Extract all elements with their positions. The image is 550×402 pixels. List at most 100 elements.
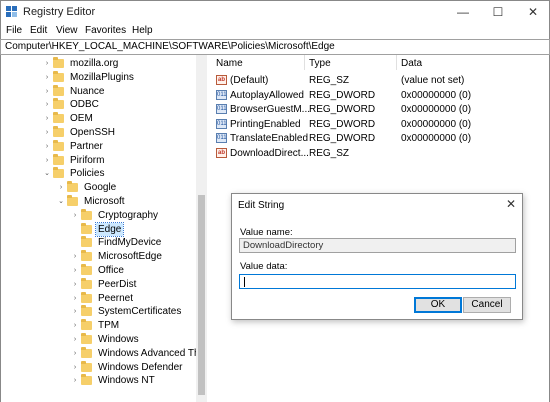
title-bar: Registry Editor — ☐ ✕ <box>0 0 550 22</box>
folder-icon <box>53 112 64 124</box>
tree-node-label: MozillaPlugins <box>70 71 134 83</box>
value-name-label: Value name: <box>240 227 293 238</box>
close-button[interactable]: ✕ <box>516 1 550 23</box>
value-row[interactable]: 011 AutoplayAllowed REG_DWORD 0x00000000 (0… <box>208 89 550 102</box>
menu-edit[interactable]: Edit <box>30 25 47 36</box>
string-value-icon: ab <box>216 75 227 85</box>
chevron-down-icon[interactable]: ⌄ <box>43 167 51 180</box>
value-row[interactable]: 011 BrowserGuestM... REG_DWORD 0x00000000 (… <box>208 103 550 116</box>
folder-icon <box>81 277 92 289</box>
chevron-right-icon[interactable]: › <box>43 112 51 125</box>
value-row[interactable]: 011 TranslateEnabled REG_DWORD 0x00000000 (… <box>208 132 550 145</box>
value-type: REG_DWORD <box>309 118 376 130</box>
tree-node-label: mozilla.org <box>70 58 119 69</box>
menu-bar: File Edit View Favorites Help <box>0 22 550 39</box>
ok-button[interactable]: OK <box>414 297 462 313</box>
tree-node-label: TPM <box>98 320 120 332</box>
window-title: Registry Editor <box>23 6 96 18</box>
chevron-right-icon[interactable]: › <box>43 126 51 139</box>
cancel-button[interactable]: Cancel <box>463 297 511 313</box>
chevron-right-icon[interactable]: › <box>71 250 79 263</box>
column-data[interactable]: Data <box>401 58 422 69</box>
value-data: 0x00000000 (0) <box>401 89 472 101</box>
registry-editor-icon <box>6 6 18 18</box>
value-name-field: DownloadDirectory <box>239 238 516 253</box>
tree-node-label: Cryptography <box>98 209 159 221</box>
chevron-right-icon[interactable]: › <box>71 305 79 318</box>
folder-icon <box>67 195 78 206</box>
menu-file[interactable]: File <box>6 25 22 36</box>
folder-icon <box>81 236 92 248</box>
chevron-right-icon[interactable]: › <box>71 264 79 277</box>
chevron-right-icon[interactable]: › <box>71 361 79 374</box>
chevron-right-icon[interactable]: › <box>71 333 79 346</box>
chevron-right-icon[interactable]: › <box>43 154 51 167</box>
folder-icon <box>53 98 64 110</box>
folder-icon <box>53 167 64 179</box>
chevron-down-icon[interactable]: ⌄ <box>57 195 65 208</box>
chevron-right-icon[interactable]: › <box>71 292 79 305</box>
chevron-right-icon[interactable]: › <box>57 181 65 194</box>
tree-node-label: Windows NT <box>98 375 155 387</box>
column-type[interactable]: Type <box>309 58 331 69</box>
value-row[interactable]: 011 PrintingEnabled REG_DWORD 0x00000000 (0… <box>208 118 550 131</box>
value-name: TranslateEnabled <box>230 133 309 145</box>
column-separator[interactable] <box>304 55 305 70</box>
folder-icon <box>53 57 64 68</box>
column-name[interactable]: Name <box>216 58 243 69</box>
tree-node-label: Edge <box>94 221 125 237</box>
folder-icon <box>81 360 92 372</box>
folder-icon <box>53 139 64 151</box>
value-data: 0x00000000 (0) <box>401 118 472 130</box>
tree-node-label: Policies <box>70 168 105 180</box>
menu-view[interactable]: View <box>56 25 78 36</box>
value-row[interactable]: ab (Default) REG_SZ (value not set) <box>208 74 550 87</box>
tree-node-label: Windows <box>98 334 139 345</box>
value-data-input[interactable] <box>239 274 516 289</box>
tree-node-label: Partner <box>70 140 103 152</box>
folder-icon <box>81 319 92 331</box>
tree-node-label: OEM <box>70 113 93 125</box>
chevron-right-icon[interactable]: › <box>43 85 51 98</box>
folder-icon <box>81 208 92 220</box>
folder-icon <box>81 222 92 234</box>
chevron-right-icon[interactable]: › <box>71 209 79 222</box>
column-separator[interactable] <box>396 55 397 70</box>
chevron-right-icon[interactable]: › <box>43 140 51 153</box>
value-type: REG_SZ <box>309 148 350 159</box>
menu-favorites[interactable]: Favorites <box>85 25 126 36</box>
chevron-right-icon[interactable]: › <box>43 98 51 111</box>
maximize-button[interactable]: ☐ <box>481 1 515 23</box>
string-value-icon: ab <box>216 148 227 158</box>
value-row[interactable]: ab DownloadDirect... REG_SZ <box>208 147 550 160</box>
value-data: 0x00000000 (0) <box>401 104 472 116</box>
folder-icon <box>81 333 92 344</box>
dialog-close-button[interactable]: ✕ <box>506 197 516 211</box>
value-name: DownloadDirect... <box>230 148 309 159</box>
chevron-right-icon[interactable]: › <box>71 374 79 387</box>
chevron-right-icon[interactable]: › <box>71 347 79 360</box>
chevron-right-icon[interactable]: › <box>71 278 79 291</box>
folder-icon <box>81 291 92 303</box>
tree-scrollbar-thumb[interactable] <box>198 195 205 395</box>
tree-node-label: Peernet <box>98 292 134 304</box>
address-bar[interactable]: Computer\HKEY_LOCAL_MACHINE\SOFTWARE\Pol… <box>0 39 550 55</box>
value-type: REG_DWORD <box>309 89 376 101</box>
folder-icon <box>81 264 92 275</box>
tree-node-label: Windows Defender <box>98 361 183 373</box>
tree-scrollbar[interactable] <box>196 55 207 402</box>
minimize-button[interactable]: — <box>446 1 480 23</box>
chevron-right-icon[interactable]: › <box>43 71 51 84</box>
text-caret <box>244 277 245 287</box>
key-tree[interactable]: › mozilla.org › MozillaPlugins › Nuance › ODBC ›… <box>0 55 207 402</box>
tree-node-label: Google <box>84 182 117 194</box>
folder-icon <box>53 84 64 96</box>
tree-node-label: Piriform <box>70 154 105 166</box>
tree-node-label: SystemCertificates <box>98 306 182 318</box>
menu-help[interactable]: Help <box>132 25 153 36</box>
folder-icon <box>81 250 92 262</box>
value-name: BrowserGuestM... <box>230 104 311 116</box>
value-type: REG_DWORD <box>309 133 376 145</box>
chevron-right-icon[interactable]: › <box>43 57 51 70</box>
chevron-right-icon[interactable]: › <box>71 319 79 332</box>
